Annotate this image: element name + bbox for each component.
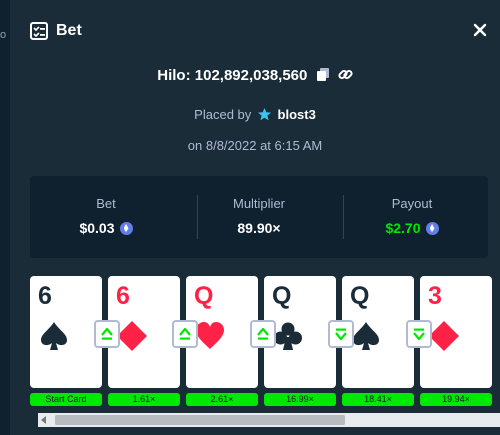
horizontal-scrollbar[interactable] <box>38 413 500 427</box>
heart-suit-icon <box>196 322 224 349</box>
stat-multiplier-value: 89.90× <box>237 220 281 236</box>
card-rank: Q <box>194 282 214 310</box>
modal-title: Bet <box>56 22 82 39</box>
spade-suit-icon <box>41 322 67 350</box>
stats-panel: Bet $0.03 Multiplier 89.90× Payout $2.70 <box>30 176 488 258</box>
vip-star-icon <box>257 107 272 125</box>
card-multiplier-label: 2.61× <box>186 393 258 406</box>
lower-or-same-icon <box>406 320 432 348</box>
bet-modal: Bet Hilo: 102,892,038,560 Placed by blos… <box>10 0 500 435</box>
eth-icon <box>425 222 439 235</box>
higher-or-same-icon <box>94 320 120 348</box>
spade-suit-icon <box>353 322 379 350</box>
higher-or-same-icon <box>250 320 276 348</box>
game-id: Hilo: 102,892,038,560 <box>10 67 500 86</box>
bet-date: on 8/8/2022 at 6:15 AM <box>187 138 323 153</box>
stat-bet-label: Bet <box>96 196 116 211</box>
eth-icon <box>119 222 133 235</box>
playing-card: 6 <box>30 276 102 388</box>
card-rank: 3 <box>428 282 442 310</box>
link-icon[interactable] <box>338 67 353 86</box>
diamond-suit-icon <box>117 321 147 351</box>
modal-header: Bet <box>10 0 500 60</box>
card-multiplier-label: 19.94× <box>420 393 492 406</box>
cards-area: 6 Start Card 6 1.61× Q 2.61× Q 16.99× Q 18.41× 3 19… <box>30 276 500 411</box>
higher-or-same-icon <box>172 320 198 348</box>
placed-by-prefix: Placed by <box>194 107 252 122</box>
card-rank: 6 <box>116 282 130 310</box>
card-rank: Q <box>272 282 292 310</box>
scroll-thumb[interactable] <box>55 415 345 425</box>
bet-ticket-icon <box>30 22 48 40</box>
backdrop: o <box>0 0 10 435</box>
close-icon[interactable] <box>470 20 490 40</box>
game-id-text: Hilo: 102,892,038,560 <box>157 67 308 84</box>
stat-multiplier-label: Multiplier <box>232 196 285 211</box>
stat-payout-label: Payout <box>391 196 433 211</box>
placed-by: Placed by blost3 <box>10 107 500 125</box>
copy-icon[interactable] <box>316 67 330 86</box>
stat-bet: Bet $0.03 <box>30 176 182 258</box>
diamond-suit-icon <box>429 321 459 351</box>
card-multiplier-label: 18.41× <box>342 393 414 406</box>
lower-or-same-icon <box>328 320 354 348</box>
card-rank: Q <box>350 282 370 310</box>
stat-payout: Payout $2.70 <box>336 176 488 258</box>
card-multiplier-label: Start Card <box>30 393 102 406</box>
card-rank: 6 <box>38 282 52 310</box>
scroll-left-icon[interactable] <box>41 416 46 424</box>
stat-payout-value-row: $2.70 <box>336 220 488 236</box>
card-multiplier-label: 1.61× <box>108 393 180 406</box>
stat-bet-value-row: $0.03 <box>30 220 182 236</box>
stat-multiplier: Multiplier 89.90× <box>183 176 335 258</box>
stat-bet-value: $0.03 <box>79 220 115 236</box>
stat-payout-value: $2.70 <box>385 220 421 236</box>
card-multiplier-label: 16.99× <box>264 393 336 406</box>
club-suit-icon <box>274 322 302 350</box>
placed-by-user[interactable]: blost3 <box>278 107 316 122</box>
backdrop-text: o <box>0 29 7 41</box>
